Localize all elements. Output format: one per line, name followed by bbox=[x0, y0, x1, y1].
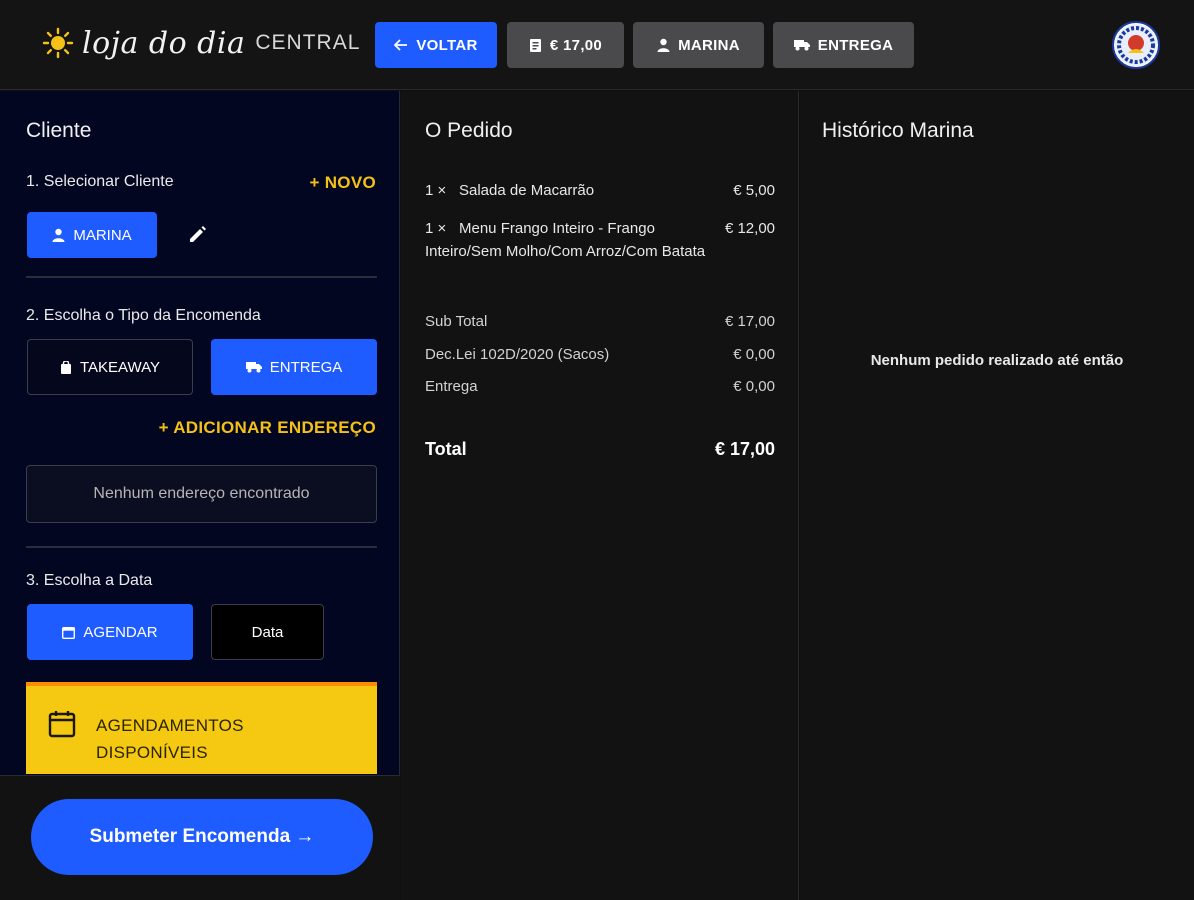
subtotal-label: Sub Total bbox=[425, 313, 488, 330]
delivery-fee-label: Entrega bbox=[425, 378, 478, 395]
takeaway-label: TAKEAWAY bbox=[79, 358, 160, 376]
order-item-name: Menu Frango Inteiro - Frango Inteiro/Sem… bbox=[425, 220, 706, 260]
available-schedules-text: AGENDAMENTOS DISPONÍVEIS bbox=[96, 712, 244, 766]
client-button-label: MARINA bbox=[678, 36, 740, 54]
user-avatar-icon bbox=[1115, 24, 1157, 66]
order-item: 1 × Menu Frango Inteiro - Frango Inteiro… bbox=[425, 217, 775, 287]
avatar[interactable] bbox=[1112, 21, 1160, 69]
truck-icon bbox=[793, 40, 810, 51]
delivery-type-label: ENTREGA bbox=[817, 36, 894, 54]
order-item-qty: 1 × bbox=[425, 182, 447, 199]
schedule-label: AGENDAR bbox=[83, 623, 158, 641]
order-panel: O Pedido 1 × Salada de Macarrão € 5,00 1… bbox=[401, 91, 799, 900]
sun-icon bbox=[42, 27, 74, 59]
brand-name: loja do dia bbox=[82, 25, 246, 61]
calendar-icon bbox=[48, 711, 76, 738]
subtotal-value: € 17,00 bbox=[724, 313, 775, 330]
back-button-label: VOLTAR bbox=[416, 36, 478, 54]
client-button[interactable]: MARINA bbox=[633, 22, 764, 68]
back-button[interactable]: VOLTAR bbox=[375, 22, 497, 68]
brand-logo: loja do dia CENTRAL bbox=[42, 18, 360, 68]
schedule-button[interactable]: AGENDAR bbox=[27, 604, 193, 660]
submit-order-button[interactable]: Submeter Encomenda → bbox=[31, 799, 373, 875]
add-address-link[interactable]: + ADICIONAR ENDEREÇO bbox=[159, 418, 376, 438]
order-item-price: € 5,00 bbox=[733, 182, 775, 199]
brand-suffix: CENTRAL bbox=[255, 31, 361, 54]
takeaway-button[interactable]: TAKEAWAY bbox=[27, 339, 193, 395]
step2-label: 2. Escolha o Tipo da Encomenda bbox=[26, 307, 261, 324]
customer-panel-title: Cliente bbox=[26, 119, 92, 142]
bags-fee-value: € 0,00 bbox=[733, 346, 775, 363]
available-schedules-line1: AGENDAMENTOS bbox=[96, 716, 244, 735]
top-bar: loja do dia CENTRAL VOLTAR € 17,00 MARIN… bbox=[0, 0, 1194, 90]
submit-order-label: Submeter Encomenda → bbox=[89, 826, 315, 847]
divider bbox=[26, 546, 377, 548]
person-icon bbox=[52, 228, 65, 242]
order-panel-title: O Pedido bbox=[425, 119, 513, 142]
pencil-icon bbox=[190, 226, 206, 242]
step3-label: 3. Escolha a Data bbox=[26, 572, 153, 589]
selected-client-label: MARINA bbox=[73, 226, 132, 244]
customer-panel: Cliente 1. Selecionar Cliente + NOVO MAR… bbox=[0, 91, 400, 900]
total-value: € 17,00 bbox=[714, 439, 775, 459]
edit-client-button[interactable] bbox=[186, 222, 212, 248]
date-label: Data bbox=[251, 623, 284, 641]
order-item-name: Salada de Macarrão bbox=[459, 182, 595, 199]
submit-footer: Submeter Encomenda → bbox=[0, 775, 400, 900]
delivery-type-button[interactable]: ENTREGA bbox=[773, 22, 914, 68]
order-total-button[interactable]: € 17,00 bbox=[507, 22, 624, 68]
order-item-price: € 12,00 bbox=[724, 220, 775, 237]
history-empty-message: Nenhum pedido realizado até então bbox=[870, 352, 1124, 369]
step1-label: 1. Selecionar Cliente bbox=[26, 173, 174, 190]
delivery-label: ENTREGA bbox=[269, 358, 343, 376]
address-list-empty: Nenhum endereço encontrado bbox=[26, 465, 377, 523]
bags-fee-label: Dec.Lei 102D/2020 (Sacos) bbox=[425, 346, 610, 363]
order-item: 1 × Salada de Macarrão € 5,00 bbox=[425, 179, 775, 203]
calendar-icon bbox=[62, 626, 76, 639]
total-label: Total bbox=[425, 439, 467, 459]
history-panel-title: Histórico Marina bbox=[822, 119, 974, 142]
person-icon bbox=[657, 38, 670, 52]
address-empty-text: Nenhum endereço encontrado bbox=[93, 485, 310, 502]
date-picker-button[interactable]: Data bbox=[211, 604, 324, 660]
available-schedules-line2: DISPONÍVEIS bbox=[96, 743, 208, 762]
order-total-label: € 17,00 bbox=[549, 36, 603, 54]
delivery-fee-value: € 0,00 bbox=[733, 378, 775, 395]
selected-client-button[interactable]: MARINA bbox=[27, 212, 157, 258]
bag-icon bbox=[60, 360, 71, 374]
receipt-icon bbox=[529, 38, 541, 52]
delivery-button[interactable]: ENTREGA bbox=[211, 339, 377, 395]
new-client-link[interactable]: + NOVO bbox=[309, 173, 376, 193]
arrow-left-icon bbox=[394, 39, 408, 51]
history-panel: Histórico Marina Nenhum pedido realizado… bbox=[800, 91, 1194, 900]
divider bbox=[26, 276, 377, 278]
truck-icon bbox=[245, 362, 262, 373]
available-schedules-card[interactable]: AGENDAMENTOS DISPONÍVEIS bbox=[26, 682, 377, 774]
